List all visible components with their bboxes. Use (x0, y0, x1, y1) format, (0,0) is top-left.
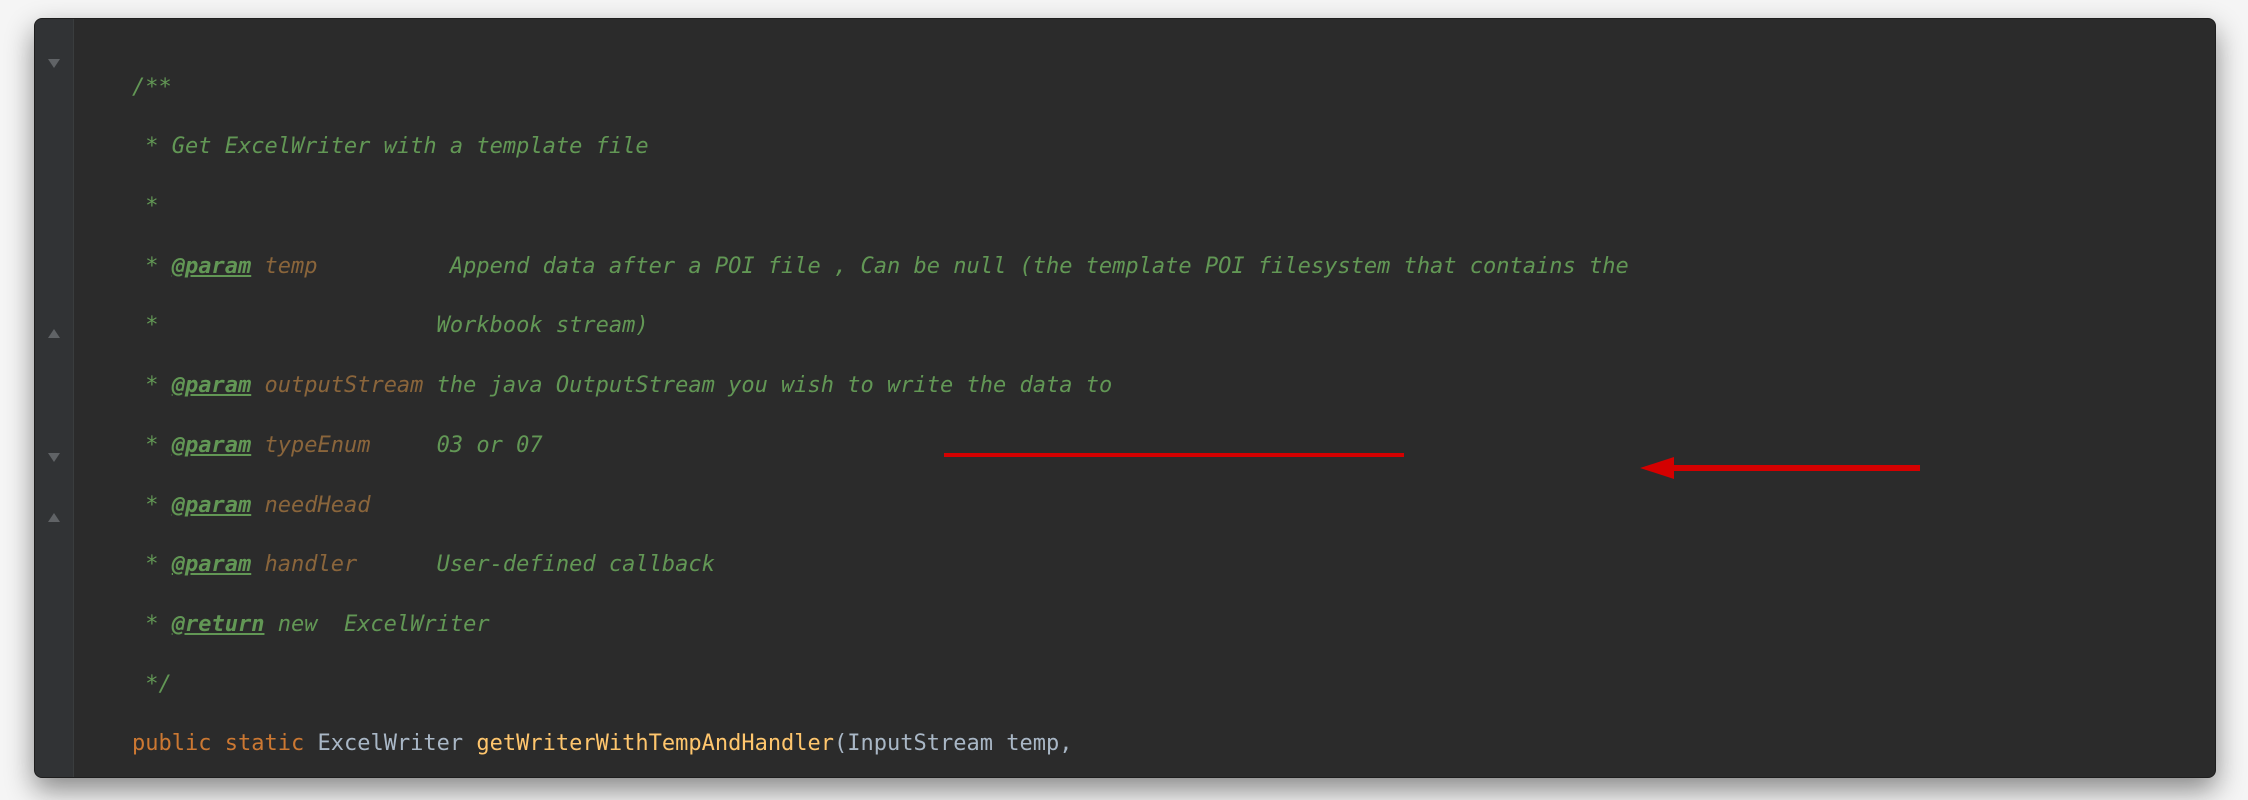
keyword-public: public (132, 731, 211, 756)
fold-close-icon[interactable] (46, 325, 62, 341)
javadoc-param-desc: User-defined callback (357, 552, 715, 577)
javadoc-param-tag: @param (172, 493, 251, 518)
javadoc-param-name: needHead (264, 493, 370, 518)
editor-card: /** * Get ExcelWriter with a template fi… (34, 18, 2216, 778)
javadoc-star: * (132, 194, 159, 219)
code-area[interactable]: /** * Get ExcelWriter with a template fi… (74, 19, 2215, 777)
javadoc-param-tag: @param (172, 433, 251, 458)
fold-open-icon[interactable] (46, 55, 62, 71)
javadoc-close: */ (132, 672, 172, 697)
javadoc-open: /** (132, 75, 172, 100)
return-type: ExcelWriter (317, 731, 463, 756)
javadoc-param-tag: @param (172, 373, 251, 398)
javadoc-param-name: outputStream (264, 373, 423, 398)
javadoc-param-tag: @param (172, 254, 251, 279)
javadoc-return-desc: new ExcelWriter (264, 612, 489, 637)
gutter (35, 19, 74, 777)
javadoc-line: * Get ExcelWriter with a template file (132, 134, 649, 159)
javadoc-param-name: handler (264, 552, 357, 577)
fold-open-icon[interactable] (46, 449, 62, 465)
javadoc-param-desc: 03 or 07 (370, 433, 542, 458)
param-name: temp (1006, 731, 1059, 756)
javadoc-param-name: temp (264, 254, 317, 279)
method-name: getWriterWithTempAndHandler (476, 731, 834, 756)
editor: /** * Get ExcelWriter with a template fi… (35, 19, 2215, 777)
keyword-static: static (225, 731, 304, 756)
javadoc-param-tag: @param (172, 552, 251, 577)
param-type: InputStream (847, 731, 993, 756)
javadoc-line: * Workbook stream) (132, 313, 649, 338)
javadoc-param-desc: the java OutputStream you wish to write … (423, 373, 1112, 398)
javadoc-return-tag: @return (172, 612, 265, 637)
fold-close-icon[interactable] (46, 509, 62, 525)
javadoc-param-name: typeEnum (264, 433, 370, 458)
javadoc-param-desc: Append data after a POI file , Can be nu… (317, 254, 1628, 279)
